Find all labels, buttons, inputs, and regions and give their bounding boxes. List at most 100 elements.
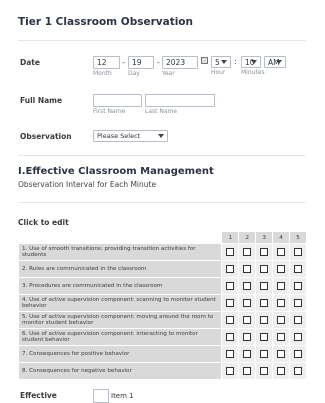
matrix-checkbox[interactable] <box>277 282 286 290</box>
matrix-checkbox[interactable] <box>277 299 286 307</box>
matrix-cell <box>289 311 307 329</box>
matrix-checkbox[interactable] <box>243 333 252 341</box>
matrix-row: 6. Use of active supervision component: … <box>17 328 307 346</box>
date-label: Date <box>20 58 40 67</box>
matrix-row: 4. Use of active supervision component: … <box>17 294 307 312</box>
divider <box>18 155 306 156</box>
matrix-cell <box>255 243 274 261</box>
day-sublabel: Day <box>128 70 140 77</box>
matrix-checkbox[interactable] <box>226 299 235 307</box>
matrix-checkbox[interactable] <box>226 333 235 341</box>
matrix-cell <box>255 345 274 363</box>
matrix-row-label: 4. Use of active supervision component: … <box>17 294 223 312</box>
matrix-cell <box>238 260 257 278</box>
ampm-select[interactable]: AM <box>264 56 286 68</box>
divider <box>18 40 306 41</box>
minute-select[interactable]: 10 <box>241 56 261 68</box>
matrix-cell <box>255 362 274 380</box>
matrix-checkbox[interactable] <box>294 367 303 375</box>
matrix-cell <box>221 362 240 380</box>
first-name-sublabel: First Name <box>93 108 126 115</box>
month-input[interactable]: 12 <box>93 56 120 69</box>
matrix-checkbox[interactable] <box>294 316 303 324</box>
matrix-checkbox[interactable] <box>226 282 235 290</box>
matrix-checkbox[interactable] <box>243 248 252 256</box>
matrix-checkbox[interactable] <box>260 333 269 341</box>
matrix-cell <box>255 277 274 295</box>
matrix-checkbox[interactable] <box>226 367 235 375</box>
matrix-checkbox[interactable] <box>260 316 269 324</box>
year-input[interactable]: 2023 <box>162 56 198 69</box>
hour-sublabel: Hour <box>211 69 226 76</box>
matrix-cell <box>238 243 257 261</box>
hour-select[interactable]: 5 <box>211 56 231 68</box>
matrix-cell <box>238 277 257 295</box>
full-name-label: Full Name <box>20 96 63 105</box>
section-title: I.Effective Classroom Management <box>18 166 214 177</box>
matrix-checkbox[interactable] <box>277 248 286 256</box>
matrix-cell <box>238 311 257 329</box>
divider <box>18 202 306 203</box>
matrix-checkbox[interactable] <box>226 265 235 273</box>
matrix-column-header: 4 <box>272 231 291 244</box>
matrix-cell <box>238 294 257 312</box>
matrix-checkbox[interactable] <box>243 299 252 307</box>
first-name-input[interactable] <box>93 94 142 107</box>
matrix-checkbox[interactable] <box>260 367 269 375</box>
last-name-input[interactable] <box>145 94 215 107</box>
matrix-cell <box>221 243 240 261</box>
matrix-checkbox[interactable] <box>277 367 286 375</box>
calendar-icon[interactable] <box>201 57 208 64</box>
matrix-checkbox[interactable] <box>294 333 303 341</box>
matrix-cell <box>272 311 291 329</box>
matrix-row-label: 7. Consequences for positive behavior <box>17 345 223 363</box>
matrix-cell <box>221 260 240 278</box>
matrix-checkbox[interactable] <box>243 282 252 290</box>
matrix-cell <box>272 277 291 295</box>
matrix-cell <box>255 311 274 329</box>
effective-label: Effective <box>20 391 57 400</box>
matrix-checkbox[interactable] <box>260 265 269 273</box>
matrix-checkbox[interactable] <box>260 350 269 358</box>
matrix-checkbox[interactable] <box>243 350 252 358</box>
matrix-cell <box>272 362 291 380</box>
matrix-checkbox[interactable] <box>226 248 235 256</box>
matrix-checkbox[interactable] <box>260 282 269 290</box>
matrix-row-label: 3. Procedures are communicated in the cl… <box>17 277 223 295</box>
matrix-row-label: 8. Consequences for negative behavior <box>17 362 223 380</box>
matrix-cell <box>272 260 291 278</box>
matrix-cell <box>238 328 257 346</box>
matrix-checkbox[interactable] <box>226 350 235 358</box>
section-subtitle: Observation Interval for Each Minute <box>18 180 157 189</box>
matrix-cell <box>221 294 240 312</box>
matrix-checkbox[interactable] <box>243 265 252 273</box>
matrix-checkbox[interactable] <box>243 316 252 324</box>
matrix-checkbox[interactable] <box>294 350 303 358</box>
year-sublabel: Year <box>162 70 175 77</box>
matrix-checkbox[interactable] <box>277 350 286 358</box>
matrix-cell <box>221 328 240 346</box>
matrix-row: 8. Consequences for negative behavior <box>17 362 307 380</box>
matrix-row-label: 2. Rules are communicated in the classro… <box>17 260 223 278</box>
observation-select[interactable]: Please Select <box>93 130 168 142</box>
matrix-cell <box>238 345 257 363</box>
matrix-column-header: 2 <box>238 231 257 244</box>
day-input[interactable]: 19 <box>128 56 154 69</box>
matrix-cell <box>221 345 240 363</box>
matrix-checkbox[interactable] <box>277 265 286 273</box>
last-name-sublabel: Last Name <box>145 108 178 115</box>
matrix-checkbox[interactable] <box>294 265 303 273</box>
matrix-checkbox[interactable] <box>277 333 286 341</box>
matrix-checkbox[interactable] <box>226 316 235 324</box>
matrix-cell <box>289 260 307 278</box>
matrix-checkbox[interactable] <box>294 248 303 256</box>
matrix-checkbox[interactable] <box>294 299 303 307</box>
matrix-checkbox[interactable] <box>260 248 269 256</box>
matrix-checkbox[interactable] <box>243 367 252 375</box>
matrix-checkbox[interactable] <box>260 299 269 307</box>
effective-checkbox[interactable] <box>93 389 109 403</box>
matrix-checkbox[interactable] <box>294 282 303 290</box>
matrix-cell <box>289 243 307 261</box>
observation-matrix: 1 2 3 4 5 1. Use of smooth transitions: … <box>17 231 307 380</box>
matrix-checkbox[interactable] <box>277 316 286 324</box>
